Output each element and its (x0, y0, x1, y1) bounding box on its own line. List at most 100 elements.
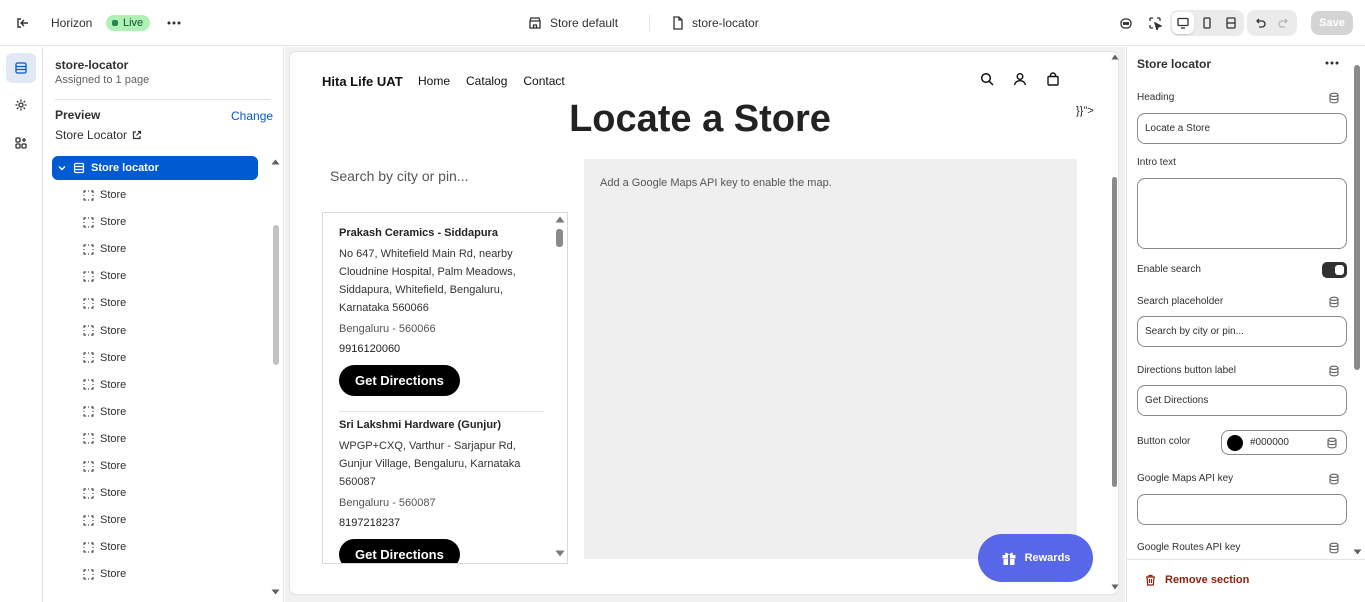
dynamic-source-icon[interactable] (1328, 365, 1340, 377)
store-nav: Home Catalog Contact (418, 74, 565, 88)
store-locator-heading: Locate a Store (569, 98, 831, 140)
more-actions-icon[interactable] (160, 9, 188, 37)
dynamic-source-icon[interactable] (1328, 296, 1340, 308)
store-preview[interactable]: Hita Life UAT Home Catalog Contact Locat… (290, 52, 1118, 594)
button-color-field[interactable]: #000000 (1221, 430, 1347, 455)
trash-icon (1146, 574, 1155, 586)
dynamic-source-icon[interactable] (1328, 92, 1340, 104)
scroll-up-icon[interactable] (555, 216, 565, 223)
tree-section-store-locator[interactable]: Store locator (52, 156, 258, 180)
scroll-down-icon[interactable] (271, 589, 280, 595)
block-icon (83, 325, 94, 336)
enable-search-toggle[interactable] (1322, 262, 1347, 278)
block-icon (83, 515, 94, 526)
dynamic-source-icon[interactable] (1328, 542, 1340, 554)
scroll-up-icon[interactable] (271, 159, 280, 165)
template-title: store-locator (55, 58, 129, 72)
fullscreen-view-icon[interactable] (1220, 12, 1242, 34)
tree-block-store[interactable]: Store (83, 185, 126, 205)
cart-icon[interactable] (1046, 72, 1060, 86)
template-selector[interactable]: Store default (528, 0, 618, 46)
block-icon (83, 352, 94, 363)
divider (649, 15, 650, 31)
tree-block-store[interactable]: Store (83, 321, 126, 341)
scroll-thumb[interactable] (1354, 65, 1360, 370)
store-search-input[interactable]: Search by city or pin... (330, 168, 469, 184)
panel-scrollbar[interactable] (271, 159, 280, 599)
sidebar-rail (0, 47, 43, 602)
color-swatch[interactable] (1227, 434, 1243, 451)
tree-block-store[interactable]: Store (83, 510, 126, 530)
apps-icon[interactable] (6, 128, 36, 158)
viewport-switcher (1170, 10, 1244, 36)
store-list-scrollbar[interactable] (555, 213, 567, 563)
tree-block-store[interactable]: Store (83, 375, 126, 395)
sections-icon[interactable] (6, 53, 36, 83)
scroll-up-icon[interactable] (1111, 54, 1119, 60)
heading-field[interactable]: Locate a Store (1137, 113, 1347, 144)
intro-text-field[interactable] (1137, 178, 1347, 249)
scroll-down-icon[interactable] (1353, 549, 1362, 555)
tree-block-store[interactable]: Store (83, 348, 126, 368)
block-icon (83, 406, 94, 417)
desktop-view-icon[interactable] (1172, 12, 1194, 34)
inspector-icon[interactable] (1141, 9, 1169, 37)
dynamic-source-icon[interactable] (1326, 437, 1338, 449)
change-preview-link[interactable]: Change (231, 109, 273, 123)
tree-block-store[interactable]: Store (83, 402, 126, 422)
search-icon[interactable] (980, 72, 994, 86)
tree-block-store[interactable]: Store (83, 483, 126, 503)
ai-assistant-icon[interactable] (1112, 9, 1140, 37)
scroll-down-icon[interactable] (1111, 584, 1119, 590)
scroll-down-icon[interactable] (555, 550, 565, 557)
tree-block-store[interactable]: Store (83, 212, 126, 232)
divider (55, 99, 270, 100)
divider (339, 411, 544, 412)
remove-section-button[interactable]: Remove section (1145, 574, 1249, 586)
block-icon (83, 487, 94, 499)
block-icon (83, 298, 94, 309)
theme-settings-icon[interactable] (6, 90, 36, 120)
nav-item-contact[interactable]: Contact (523, 74, 564, 88)
maps-key-field[interactable] (1137, 494, 1347, 525)
scroll-thumb[interactable] (1112, 177, 1117, 487)
settings-scrollbar[interactable] (1352, 47, 1364, 559)
page-selector[interactable]: store-locator (672, 0, 759, 46)
directions-label: Directions button label (1137, 365, 1236, 376)
rewards-button[interactable]: Rewards (978, 534, 1093, 582)
nav-item-catalog[interactable]: Catalog (466, 74, 507, 88)
search-placeholder-field[interactable]: Search by city or pin... (1137, 316, 1347, 347)
heading-label: Heading (1137, 92, 1175, 103)
tree-block-store[interactable]: Store (83, 429, 126, 449)
preview-area: Hita Life UAT Home Catalog Contact Locat… (285, 47, 1125, 602)
preview-page-link[interactable]: Store Locator (55, 128, 142, 142)
redo-icon[interactable] (1273, 12, 1295, 34)
block-icon (83, 542, 94, 553)
more-actions-icon[interactable] (1318, 49, 1346, 77)
store-phone: 9916120060 (339, 343, 401, 355)
tree-block-store[interactable]: Store (83, 239, 126, 259)
scroll-thumb[interactable] (273, 225, 279, 365)
tree-block-store[interactable]: Store (83, 564, 126, 584)
tree-block-store[interactable]: Store (83, 456, 126, 476)
template-assignment: Assigned to 1 page (55, 74, 150, 86)
theme-name: Horizon (51, 16, 93, 30)
tree-block-store[interactable]: Store (83, 293, 126, 313)
chevron-down-icon[interactable] (57, 163, 67, 173)
editor-topbar: Horizon Live Store default store-locator (0, 0, 1365, 46)
tree-block-store[interactable]: Store (83, 537, 126, 557)
scroll-thumb[interactable] (556, 229, 563, 247)
get-directions-button[interactable]: Get Directions (339, 539, 460, 563)
store-logo-text[interactable]: Hita Life UAT (322, 74, 403, 89)
get-directions-button[interactable]: Get Directions (339, 365, 460, 396)
tree-block-store[interactable]: Store (83, 266, 126, 286)
dynamic-source-icon[interactable] (1328, 473, 1340, 485)
account-icon[interactable] (1013, 72, 1027, 86)
mobile-view-icon[interactable] (1196, 12, 1218, 34)
nav-item-home[interactable]: Home (418, 74, 450, 88)
undo-icon[interactable] (1249, 12, 1271, 34)
save-button[interactable]: Save (1311, 11, 1353, 35)
exit-icon[interactable] (8, 9, 36, 37)
directions-field[interactable]: Get Directions (1137, 385, 1347, 416)
preview-scrollbar[interactable] (1110, 52, 1122, 597)
